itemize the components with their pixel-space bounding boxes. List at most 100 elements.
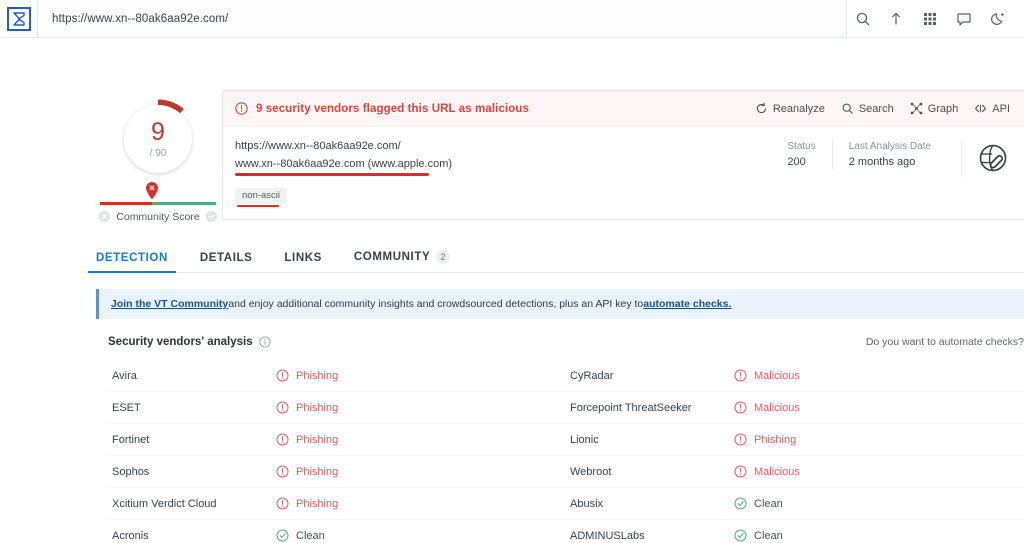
vendor-verdict-label: Phishing [754, 434, 796, 446]
alert-circle-icon [734, 369, 747, 382]
table-row: Fortinet Phishing [108, 424, 566, 456]
vendor-verdict-label: Phishing [296, 434, 338, 446]
graph-button[interactable]: Graph [910, 102, 959, 115]
vendor-name: Lionic [566, 434, 734, 446]
community-score-label-row: Community Score [96, 210, 220, 223]
community-score-pin-icon [145, 182, 159, 200]
vendor-verdict: Clean [276, 529, 325, 542]
url-report-card: 9 security vendors flagged this URL as m… [222, 90, 1024, 220]
community-score-bar [100, 202, 216, 205]
join-community-banner: Join the VT Community and enjoy addition… [96, 289, 1024, 319]
alert-circle-icon [276, 465, 289, 478]
alert-left: 9 security vendors flagged this URL as m… [235, 102, 529, 115]
tab-links[interactable]: LINKS [284, 252, 322, 272]
community-score-label: Community Score [116, 211, 199, 223]
vendor-verdict-label: Malicious [754, 370, 800, 382]
table-row: SophosPhishing [108, 456, 566, 488]
graph-label: Graph [928, 103, 959, 115]
vendor-verdict: Phishing [276, 465, 338, 478]
vendors-title-wrap: Security vendors' analysis [108, 336, 271, 348]
vendor-verdict: Clean [734, 497, 783, 510]
apps-grid-icon[interactable] [914, 0, 946, 38]
alert-message: 9 security vendors flagged this URL as m… [256, 103, 529, 115]
refresh-icon [755, 102, 768, 115]
url-full: https://www.xn--80ak6aa92e.com/ [235, 139, 771, 154]
url-column: https://www.xn--80ak6aa92e.com/ www.xn--… [235, 137, 771, 207]
annotation-underline-url [235, 173, 429, 176]
url-details: https://www.xn--80ak6aa92e.com/ www.xn--… [223, 127, 1024, 219]
search-icon[interactable] [846, 0, 878, 38]
vendor-verdict: Malicious [734, 369, 800, 382]
search-icon [841, 102, 854, 115]
vendors-section-header: Security vendors' analysis Do you want t… [108, 336, 1024, 348]
vendor-name: Webroot [566, 466, 734, 478]
vendors-column-right: CyRadarMaliciousForcepoint ThreatSeekerM… [566, 360, 1024, 543]
detection-score-donut: 9 / 90 [117, 98, 199, 180]
vendors-column-left: AviraPhishingESETPhishingFortinetPhishin… [108, 360, 566, 543]
tab-detection-label: DETECTION [96, 252, 168, 264]
vendor-verdict-label: Phishing [296, 370, 338, 382]
tab-community-label: COMMUNITY [354, 251, 430, 263]
check-circle-icon [734, 497, 747, 510]
tab-community-badge: 2 [436, 250, 450, 264]
last-analysis-label: Last Analysis Date [849, 139, 931, 154]
alert-circle-icon [276, 369, 289, 382]
vendor-name: Abusix [566, 498, 734, 510]
table-row: CyRadar Malicious [566, 360, 1024, 392]
score-inner: 9 / 90 [124, 105, 192, 173]
globe-link-icon [976, 141, 1010, 175]
info-icon[interactable] [259, 336, 271, 348]
url-host-wrap: www.xn--80ak6aa92e.com (www.apple.com) [235, 157, 452, 172]
vendor-verdict: Malicious [734, 465, 800, 478]
check-circle-icon [276, 529, 289, 542]
sigma-logo-icon [7, 7, 31, 31]
comment-icon[interactable] [948, 0, 980, 38]
api-button[interactable]: API [974, 102, 1010, 115]
table-row: Xcitium Verdict CloudPhishing [108, 488, 566, 520]
report-page: 9 / 90 Community Score [0, 38, 1024, 543]
search-label: Search [859, 103, 894, 115]
api-icon [974, 102, 987, 115]
automate-checks-text[interactable]: Do you want to automate checks? [866, 336, 1024, 348]
banner-middle-text: and enjoy additional community insights … [228, 298, 643, 310]
last-analysis-value: 2 months ago [849, 154, 931, 170]
vendor-name: CyRadar [566, 370, 734, 382]
table-row: ESETPhishing [108, 392, 566, 424]
search-button[interactable]: Search [841, 102, 894, 115]
table-row: AcronisClean [108, 520, 566, 543]
vendor-verdict-label: Phishing [296, 402, 338, 414]
dark-mode-moon-icon[interactable] [982, 0, 1014, 38]
tab-detection[interactable]: DETECTION [96, 252, 168, 272]
reanalyze-button[interactable]: Reanalyze [755, 102, 825, 115]
thumbs-up-circle-icon [205, 210, 218, 223]
alert-circle-icon [734, 401, 747, 414]
status-label: Status [787, 139, 815, 154]
address-bar[interactable]: https://www.xn--80ak6aa92e.com/ [38, 0, 846, 37]
browser-toolbar: https://www.xn--80ak6aa92e.com/ [0, 0, 1024, 38]
vendor-name: Xcitium Verdict Cloud [108, 498, 276, 510]
report-tabs: DETECTION DETAILS LINKS COMMUNITY 2 [96, 243, 1024, 273]
automate-checks-link[interactable]: automate checks. [643, 298, 731, 310]
upload-icon[interactable] [880, 0, 912, 38]
detection-score-block: 9 / 90 Community Score [96, 90, 220, 180]
vendor-name: Fortinet [108, 434, 276, 446]
alert-circle-icon [276, 401, 289, 414]
reanalyze-label: Reanalyze [773, 103, 825, 115]
tab-details[interactable]: DETAILS [200, 252, 253, 272]
vendor-name: Sophos [108, 466, 276, 478]
vendor-verdict-label: Clean [754, 498, 783, 510]
vendor-verdict: Phishing [734, 433, 796, 446]
join-vt-community-link[interactable]: Join the VT Community [111, 298, 228, 310]
table-row: Abusix Clean [566, 488, 1024, 520]
tab-community[interactable]: COMMUNITY 2 [354, 250, 450, 272]
tab-links-label: LINKS [284, 252, 322, 264]
tag-non-ascii[interactable]: non-ascii [235, 188, 287, 204]
last-analysis-meta: Last Analysis Date 2 months ago [832, 139, 947, 170]
alert-circle-icon [276, 433, 289, 446]
table-row: WebrootMalicious [566, 456, 1024, 488]
vendor-verdict: Malicious [734, 401, 800, 414]
community-score-bar-positive [152, 202, 216, 205]
community-score-bar-negative [100, 202, 152, 205]
vendor-verdict: Phishing [276, 401, 338, 414]
app-logo[interactable] [0, 0, 38, 37]
